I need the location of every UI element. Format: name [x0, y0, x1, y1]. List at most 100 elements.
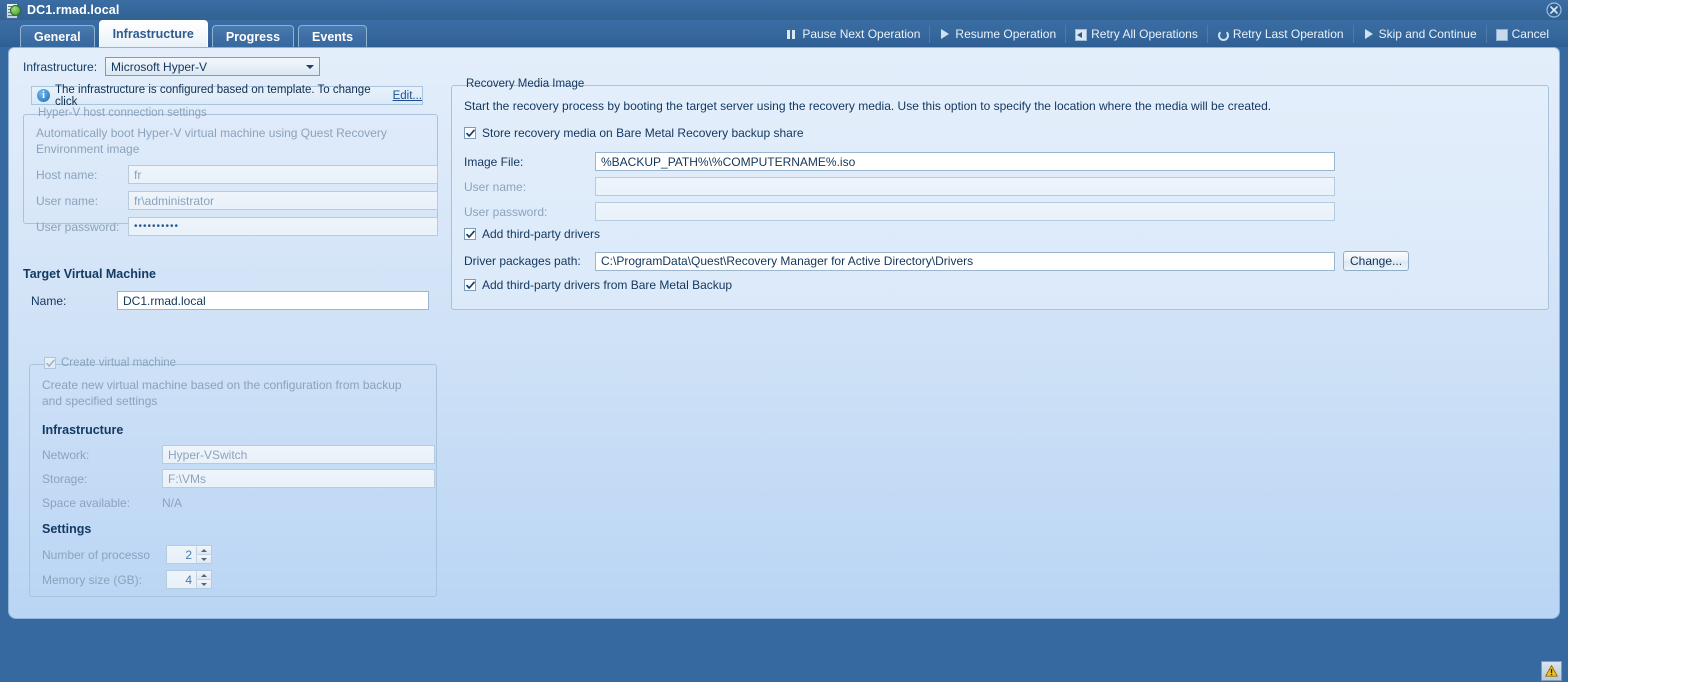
image-file-label: Image File: — [464, 154, 524, 169]
memory-value: 4 — [185, 572, 192, 587]
cancel-icon — [1495, 28, 1508, 41]
recovery-media-legend: Recovery Media Image — [466, 78, 585, 90]
store-media-row[interactable]: Store recovery media on Bare Metal Recov… — [464, 126, 804, 140]
status-bar — [0, 658, 1568, 682]
hyperv-user-password-row: User password: •••••••••• — [36, 217, 438, 236]
media-user-name-input[interactable] — [595, 177, 1335, 196]
hyperv-user-name-label: User name: — [36, 193, 99, 208]
driver-path-row: Driver packages path: C:\ProgramData\Que… — [464, 251, 1409, 271]
add-drivers-row[interactable]: Add third-party drivers — [464, 227, 600, 241]
store-media-checkbox[interactable] — [464, 127, 476, 139]
host-name-input[interactable]: fr — [128, 165, 438, 184]
create-vm-checkbox[interactable] — [44, 357, 56, 369]
tab-general-label: General — [34, 29, 81, 44]
title-bar: DC1.rmad.local — [0, 0, 1568, 21]
retry-last-icon — [1217, 29, 1229, 41]
host-name-row: Host name: fr — [36, 165, 438, 184]
vm-name-row: Name: DC1.rmad.local — [31, 291, 429, 310]
network-row: Network: Hyper-VSwitch — [42, 445, 435, 464]
application-window: DC1.rmad.local General Infrastructure Pr… — [0, 0, 1568, 682]
memory-row: Memory size (GB): 4 — [42, 570, 212, 589]
space-available-value: N/A — [162, 496, 183, 510]
cancel-label: Cancel — [1511, 27, 1549, 41]
template-info-text: The infrastructure is configured based o… — [55, 83, 371, 108]
pause-icon — [786, 29, 797, 40]
host-name-label: Host name: — [36, 167, 98, 182]
hyperv-description: Automatically boot Hyper-V virtual machi… — [36, 126, 387, 156]
hyperv-user-password-input[interactable]: •••••••••• — [128, 217, 438, 236]
tab-progress-label: Progress — [225, 29, 281, 44]
vm-name-label: Name: — [31, 293, 67, 308]
resume-operation-button[interactable]: Resume Operation — [930, 25, 1067, 43]
skip-and-continue-button[interactable]: Skip and Continue — [1354, 25, 1487, 43]
processors-value: 2 — [185, 547, 192, 562]
memory-label: Memory size (GB): — [42, 572, 143, 587]
processors-stepper[interactable]: 2 — [166, 545, 212, 564]
create-vm-legend: Create virtual machine — [40, 357, 180, 369]
skip-and-continue-label: Skip and Continue — [1378, 27, 1477, 41]
tab-progress[interactable]: Progress — [211, 25, 295, 47]
recovery-media-description: Start the recovery process by booting th… — [464, 99, 1272, 113]
hyperv-user-password-label: User password: — [36, 219, 120, 234]
storage-label: Storage: — [42, 471, 88, 486]
add-drivers-bmb-checkbox[interactable] — [464, 279, 476, 291]
add-drivers-checkbox[interactable] — [464, 228, 476, 240]
chevron-down-icon — [302, 59, 318, 74]
server-globe-icon — [5, 2, 21, 19]
processors-increment-button[interactable] — [197, 546, 211, 555]
template-info-bar: i The infrastructure is configured based… — [31, 83, 423, 108]
infrastructure-select-value: Microsoft Hyper-V — [111, 59, 208, 74]
retry-last-operation-button[interactable]: Retry Last Operation — [1208, 25, 1354, 43]
tab-general[interactable]: General — [20, 25, 95, 47]
tab-infrastructure[interactable]: Infrastructure — [98, 20, 208, 47]
edit-link[interactable]: Edit... — [393, 90, 422, 102]
media-user-name-label: User name: — [464, 179, 527, 194]
play-icon — [1363, 28, 1374, 40]
media-user-password-input[interactable] — [595, 202, 1335, 221]
space-available-label: Space available: — [42, 496, 131, 510]
image-file-input[interactable]: %BACKUP_PATH%\%COMPUTERNAME%.iso — [595, 152, 1335, 171]
memory-decrement-button[interactable] — [197, 580, 211, 588]
warning-triangle-icon[interactable] — [1541, 661, 1562, 681]
tab-events-label: Events — [312, 29, 354, 44]
pause-next-operation-label: Pause Next Operation — [802, 27, 921, 41]
infrastructure-select[interactable]: Microsoft Hyper-V — [105, 57, 321, 76]
storage-row: Storage: F:\VMs — [42, 469, 435, 488]
infrastructure-row: Infrastructure: Microsoft Hyper-V — [23, 57, 321, 76]
processors-decrement-button[interactable] — [197, 555, 211, 563]
hyperv-user-name-row: User name: fr\administrator — [36, 191, 438, 210]
retry-all-operations-button[interactable]: Retry All Operations — [1066, 25, 1208, 43]
create-vm-group: Create virtual machine Create new virtua… — [29, 357, 437, 597]
memory-stepper[interactable]: 4 — [166, 570, 212, 589]
network-input[interactable]: Hyper-VSwitch — [162, 445, 435, 464]
create-vm-description: Create new virtual machine based on the … — [42, 378, 402, 408]
target-vm-heading: Target Virtual Machine — [23, 267, 156, 281]
media-user-password-label: User password: — [464, 204, 548, 219]
processors-stepper-buttons[interactable] — [196, 546, 211, 563]
memory-stepper-buttons[interactable] — [196, 571, 211, 588]
vm-settings-heading: Settings — [42, 522, 92, 536]
store-media-label: Store recovery media on Bare Metal Recov… — [482, 126, 804, 140]
tab-bar: General Infrastructure Progress Events P… — [0, 20, 1568, 47]
tab-infrastructure-label: Infrastructure — [112, 27, 194, 41]
create-vm-legend-label: Create virtual machine — [61, 357, 177, 369]
info-icon: i — [37, 89, 50, 102]
close-icon[interactable] — [1546, 2, 1562, 18]
storage-input[interactable]: F:\VMs — [162, 469, 435, 488]
change-driver-path-button[interactable]: Change... — [1343, 251, 1409, 271]
image-file-row: Image File: %BACKUP_PATH%\%COMPUTERNAME%… — [464, 152, 1335, 171]
media-user-password-row: User password: — [464, 202, 1335, 221]
network-label: Network: — [42, 447, 90, 462]
hyperv-connection-legend: Hyper-V host connection settings — [38, 107, 207, 119]
play-icon — [939, 28, 950, 40]
hyperv-user-name-input[interactable]: fr\administrator — [128, 191, 438, 210]
pause-next-operation-button[interactable]: Pause Next Operation — [777, 25, 931, 43]
add-drivers-bmb-row[interactable]: Add third-party drivers from Bare Metal … — [464, 278, 732, 292]
add-drivers-label: Add third-party drivers — [482, 227, 601, 241]
cancel-button[interactable]: Cancel — [1487, 25, 1558, 43]
tab-list: General Infrastructure Progress Events — [20, 20, 371, 47]
driver-path-input[interactable]: C:\ProgramData\Quest\Recovery Manager fo… — [595, 251, 1335, 271]
tab-events[interactable]: Events — [298, 25, 368, 47]
vm-name-input[interactable]: DC1.rmad.local — [117, 291, 429, 310]
memory-increment-button[interactable] — [197, 571, 211, 580]
